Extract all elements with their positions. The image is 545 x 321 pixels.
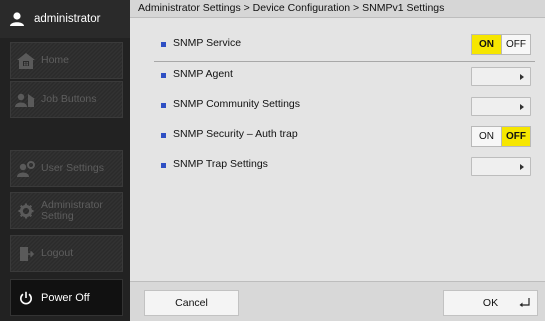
cancel-button[interactable]: Cancel bbox=[144, 290, 239, 316]
administrator-setting-line2: Setting bbox=[41, 209, 74, 222]
breadcrumb: Administrator Settings > Device Configur… bbox=[130, 0, 545, 18]
user-settings-icon bbox=[11, 151, 41, 186]
bullet-icon bbox=[161, 73, 166, 78]
row-snmp-service: SNMP Service ON OFF bbox=[130, 33, 545, 59]
home-icon bbox=[11, 43, 41, 78]
ok-button[interactable]: OK bbox=[443, 290, 538, 316]
row-snmp-community-settings: SNMP Community Settings bbox=[130, 94, 545, 120]
bullet-icon bbox=[161, 163, 166, 168]
administrator-setting-label: Administrator Setting bbox=[41, 199, 103, 222]
snmp-service-toggle: ON OFF bbox=[471, 34, 531, 55]
row-snmp-agent: SNMP Agent bbox=[130, 64, 545, 90]
logout-button[interactable]: Logout bbox=[10, 235, 123, 272]
main-panel: Administrator Settings > Device Configur… bbox=[130, 0, 545, 321]
home-label: Home bbox=[41, 54, 70, 66]
logout-label: Logout bbox=[41, 247, 74, 259]
job-buttons-icon bbox=[11, 82, 41, 117]
auth-trap-on-button[interactable]: ON bbox=[472, 127, 501, 146]
power-off-label: Power Off bbox=[41, 291, 90, 304]
logout-icon bbox=[11, 236, 41, 271]
snmp-agent-button[interactable] bbox=[471, 67, 531, 86]
ok-label: OK bbox=[482, 297, 499, 309]
power-off-button[interactable]: Power Off bbox=[10, 279, 123, 316]
admin-gear-icon bbox=[11, 193, 41, 228]
bullet-icon bbox=[161, 103, 166, 108]
username: administrator bbox=[34, 13, 101, 25]
user-settings-label: User Settings bbox=[41, 162, 105, 174]
snmp-service-off-button[interactable]: OFF bbox=[501, 35, 530, 54]
row-snmp-security-auth-trap: SNMP Security – Auth trap ON OFF bbox=[130, 124, 545, 150]
chevron-right-icon bbox=[520, 74, 524, 80]
chevron-right-icon bbox=[520, 104, 524, 110]
home-button[interactable]: Home bbox=[10, 42, 123, 79]
snmp-community-settings-button[interactable] bbox=[471, 97, 531, 116]
enter-icon bbox=[519, 298, 530, 310]
snmp-community-settings-label: SNMP Community Settings bbox=[173, 98, 301, 110]
administrator-setting-button[interactable]: Administrator Setting bbox=[10, 192, 123, 229]
row-snmp-trap-settings: SNMP Trap Settings bbox=[130, 154, 545, 180]
job-buttons-label: Job Buttons bbox=[41, 93, 97, 105]
sidebar: administrator Home Job Buttons User Sett… bbox=[0, 0, 130, 321]
snmp-trap-settings-label: SNMP Trap Settings bbox=[173, 158, 268, 170]
snmp-security-auth-trap-toggle: ON OFF bbox=[471, 126, 531, 147]
bullet-icon bbox=[161, 133, 166, 138]
snmp-security-auth-trap-label: SNMP Security – Auth trap bbox=[173, 128, 298, 140]
bullet-icon bbox=[161, 42, 166, 47]
power-icon bbox=[11, 280, 41, 315]
user-icon bbox=[0, 0, 34, 38]
snmp-service-label: SNMP Service bbox=[173, 37, 242, 49]
user-bar: administrator bbox=[0, 0, 130, 38]
job-buttons-button[interactable]: Job Buttons bbox=[10, 81, 123, 118]
snmp-agent-label: SNMP Agent bbox=[173, 68, 233, 80]
snmp-trap-settings-button[interactable] bbox=[471, 157, 531, 176]
auth-trap-off-button[interactable]: OFF bbox=[501, 127, 530, 146]
user-settings-button[interactable]: User Settings bbox=[10, 150, 123, 187]
section-divider bbox=[154, 61, 535, 62]
chevron-right-icon bbox=[520, 164, 524, 170]
footer-bar: Cancel OK bbox=[130, 281, 545, 321]
snmp-service-on-button[interactable]: ON bbox=[472, 35, 501, 54]
cancel-label: Cancel bbox=[175, 297, 208, 309]
